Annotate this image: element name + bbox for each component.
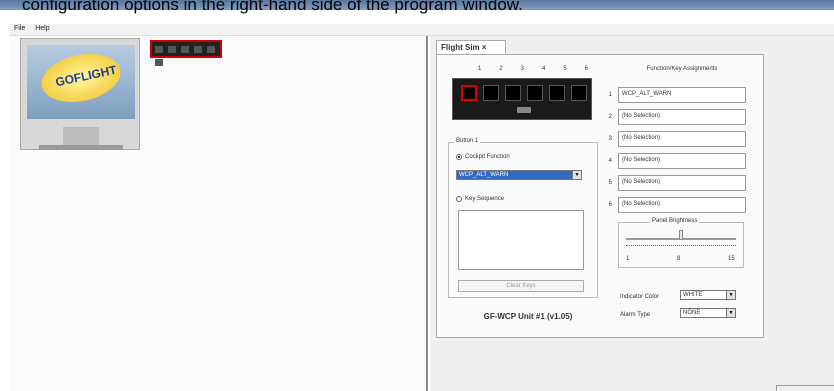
- chevron-down-icon[interactable]: ▼: [572, 171, 581, 179]
- brightness-slider-thumb[interactable]: [679, 230, 683, 240]
- hw-button-3[interactable]: [505, 85, 521, 101]
- assignment-value[interactable]: (No Selection): [618, 109, 746, 125]
- cockpit-function-value: WCP_ALT_WARN: [459, 172, 509, 178]
- thumb-button: [155, 59, 163, 66]
- thumb-button: [206, 46, 215, 53]
- assignment-number: 2: [608, 114, 612, 120]
- thumb-button: [180, 46, 189, 53]
- caption-strip: configuration options in the right-hand …: [0, 0, 834, 16]
- monitor-screen: GOFLIGHT: [27, 45, 135, 119]
- device-monitor-image[interactable]: GOFLIGHT: [20, 38, 140, 150]
- brightness-min-label: 1: [626, 256, 630, 262]
- assignment-value[interactable]: (No Selection): [618, 197, 746, 213]
- button-number: 2: [499, 66, 503, 72]
- scroll-corner: [776, 385, 834, 391]
- indicator-color-select[interactable]: WHITE ▼: [680, 290, 736, 300]
- cockpit-function-radio[interactable]: Cockpit Function: [456, 154, 510, 160]
- tab-flight-sim[interactable]: Flight Sim ×: [436, 40, 506, 54]
- caption-text: configuration options in the right-hand …: [22, 0, 523, 14]
- monitor-base: [39, 145, 123, 150]
- button-number: 3: [520, 66, 524, 72]
- button-number: 6: [584, 66, 588, 72]
- assignment-number: 3: [608, 136, 612, 142]
- assignment-value[interactable]: (No Selection): [618, 131, 746, 147]
- chevron-down-icon[interactable]: ▼: [726, 291, 735, 299]
- assignment-row[interactable]: 3 (No Selection): [604, 130, 746, 148]
- chevron-down-icon[interactable]: ▼: [726, 309, 735, 317]
- assignment-value[interactable]: (No Selection): [618, 153, 746, 169]
- assignment-row[interactable]: 4 (No Selection): [604, 152, 746, 170]
- menu-file[interactable]: File: [10, 24, 29, 33]
- hw-button-6[interactable]: [571, 85, 587, 101]
- monitor-stand: [63, 127, 99, 145]
- unit-thumbnail[interactable]: [150, 40, 222, 66]
- key-sequence-label: Key Sequence: [465, 196, 505, 202]
- menu-bar: File Help: [10, 24, 834, 36]
- cockpit-function-label: Cockpit Function: [465, 154, 510, 160]
- assignment-row[interactable]: 2 (No Selection): [604, 108, 746, 126]
- assignments-title: Function/Key Assignments: [646, 66, 718, 72]
- brightness-ticks: [626, 245, 736, 246]
- cockpit-function-select[interactable]: WCP_ALT_WARN ▼: [456, 170, 582, 180]
- alarm-type-label: Alarm Type: [620, 312, 651, 318]
- indicator-color-label: Indicator Color: [620, 294, 660, 300]
- button-number: 5: [563, 66, 567, 72]
- assignment-value[interactable]: WCP_ALT_WARN: [618, 87, 746, 103]
- key-sequence-radio[interactable]: Key Sequence: [456, 196, 504, 202]
- thumb-button: [155, 46, 163, 53]
- brightness-mid-label: 8: [677, 256, 681, 262]
- button-number: 4: [541, 66, 546, 72]
- assignment-number: 6: [608, 202, 612, 208]
- assignment-number: 1: [608, 92, 612, 98]
- thumb-button: [193, 46, 202, 53]
- brightness-max-label: 15: [728, 256, 735, 262]
- key-sequence-box[interactable]: [458, 210, 584, 270]
- hw-button-2[interactable]: [483, 85, 499, 101]
- assignment-value[interactable]: (No Selection): [618, 175, 746, 191]
- assignment-number: 5: [608, 180, 612, 186]
- assignment-number: 4: [608, 158, 612, 164]
- hw-button-1[interactable]: [461, 85, 477, 101]
- thumb-button: [167, 46, 176, 53]
- hw-button-5[interactable]: [549, 85, 565, 101]
- menu-help[interactable]: Help: [31, 24, 53, 33]
- hw-button-4[interactable]: [527, 85, 543, 101]
- hw-logo: [517, 107, 531, 113]
- alarm-type-value: NONE: [683, 310, 701, 316]
- clear-keys-button[interactable]: Clear Keys: [458, 280, 584, 292]
- hardware-panel-image: [452, 78, 592, 120]
- brightness-label: Panel Brightness: [650, 218, 700, 224]
- assignment-row[interactable]: 6 (No Selection): [604, 196, 746, 214]
- button-group-label: Button 1: [454, 138, 481, 144]
- button-number: 1: [478, 66, 482, 72]
- unit-label: GF-WCP Unit #1 (v1.05): [483, 312, 573, 321]
- assignment-row[interactable]: 1 WCP_ALT_WARN: [604, 86, 746, 104]
- radio-dot: [456, 154, 462, 160]
- assignment-row[interactable]: 5 (No Selection): [604, 174, 746, 192]
- radio-dot: [456, 196, 462, 202]
- button-numbers: 1 2 3 4 5 6: [478, 66, 588, 72]
- indicator-color-value: WHITE: [683, 292, 703, 298]
- alarm-type-select[interactable]: NONE ▼: [680, 308, 736, 318]
